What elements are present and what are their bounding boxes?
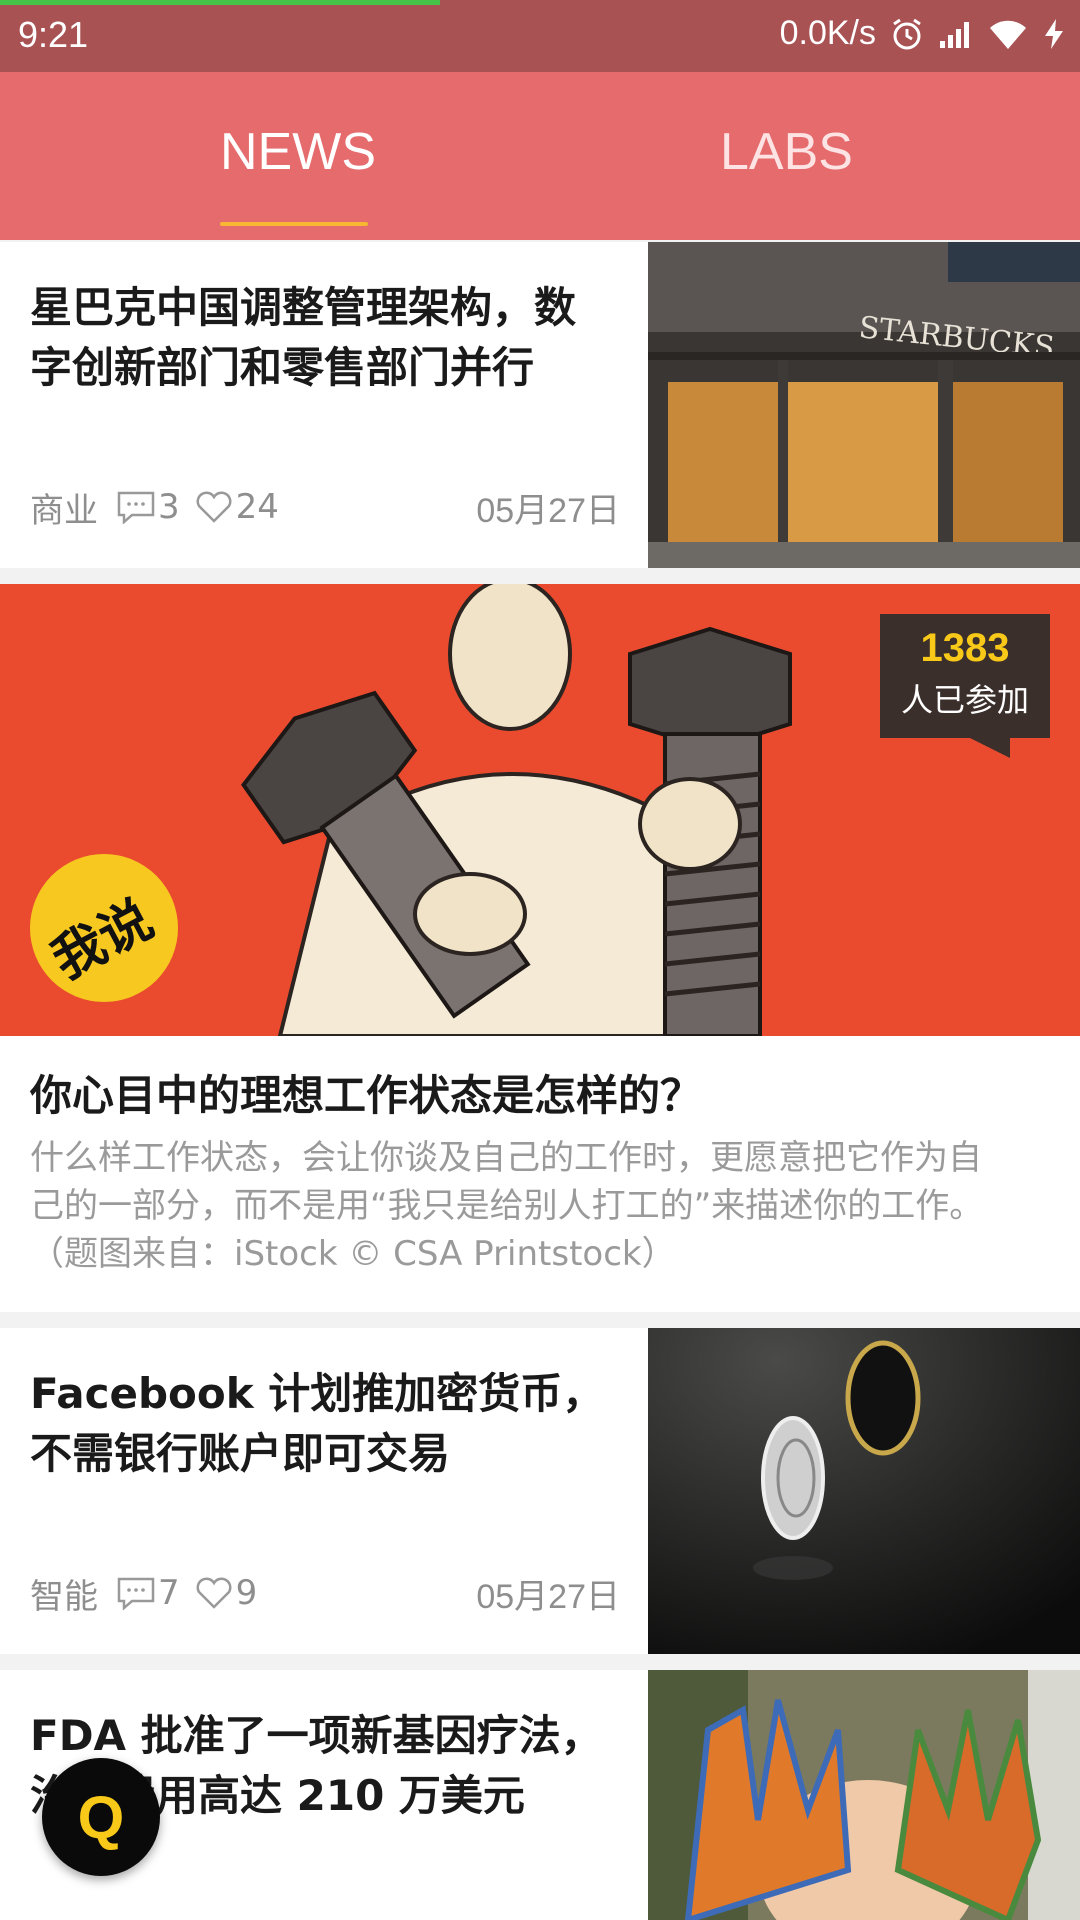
news-meta: 商业 3 24 05月27日 bbox=[30, 482, 620, 532]
heart-icon bbox=[196, 1577, 232, 1609]
participants-badge: 1383 人已参加 bbox=[880, 614, 1050, 758]
active-tab-indicator bbox=[220, 222, 368, 226]
featured-description: 什么样工作状态，会让你谈及自己的工作时，更愿意把它作为自 己的一部分，而不是用“… bbox=[30, 1138, 984, 1274]
network-speed: 0.0K/s bbox=[779, 14, 876, 52]
news-meta: 智能 7 9 05月27日 bbox=[30, 1568, 620, 1618]
child-hands-thumbnail[interactable] bbox=[648, 1670, 1080, 1920]
heart-icon bbox=[196, 491, 232, 523]
publish-date: 05月27日 bbox=[476, 1577, 620, 1616]
participants-label: 人已参加 bbox=[900, 681, 1029, 719]
badge-pointer bbox=[970, 738, 1010, 758]
comment-icon bbox=[117, 491, 155, 524]
alarm-icon bbox=[890, 17, 924, 51]
news-card[interactable]: Facebook 计划推加密货币， 不需银行账户即可交易 智能 7 9 05月2… bbox=[0, 1328, 1080, 1654]
status-time: 9:21 bbox=[18, 14, 89, 55]
news-card[interactable]: 星巴克中国调整管理架构，数 字创新部门和零售部门并行 商业 3 24 05月27… bbox=[0, 242, 1080, 568]
comment-icon bbox=[117, 1577, 155, 1610]
wifi-icon bbox=[988, 18, 1028, 50]
i-say-sticker: 我说 bbox=[30, 854, 178, 1002]
tab-news[interactable]: NEWS bbox=[220, 122, 376, 182]
news-title: Facebook 计划推加密货币， 不需银行账户即可交易 bbox=[30, 1369, 605, 1478]
like-count[interactable]: 24 bbox=[194, 487, 279, 527]
status-icons: 0.0K/s bbox=[780, 14, 1066, 53]
tab-labs[interactable]: LABS bbox=[720, 122, 853, 182]
like-count[interactable]: 9 bbox=[194, 1573, 257, 1613]
news-title: 星巴克中国调整管理架构，数 字创新部门和零售部门并行 bbox=[30, 283, 577, 392]
status-bar: 9:21 0.0K/s bbox=[0, 0, 1080, 72]
loading-progress-bar bbox=[0, 0, 440, 5]
category-label: 商业 bbox=[30, 490, 98, 531]
tab-bar: NEWS LABS bbox=[0, 72, 1080, 240]
featured-discussion-card[interactable]: 1383 人已参加 我说 你心目中的理想工作状态是怎样的？ 什么样工作状态，会让… bbox=[0, 584, 1080, 1312]
comment-count[interactable]: 7 bbox=[116, 1573, 180, 1613]
featured-title: 你心目中的理想工作状态是怎样的？ bbox=[30, 1071, 703, 1120]
q-logo-icon: Q bbox=[77, 1783, 125, 1851]
publish-date: 05月27日 bbox=[476, 491, 620, 530]
news-card[interactable]: FDA 批准了一项新基因疗法， 治疗费用高达 210 万美元 bbox=[0, 1670, 1080, 1920]
comment-count[interactable]: 3 bbox=[116, 487, 180, 527]
coins-thumbnail[interactable] bbox=[648, 1328, 1080, 1654]
charging-icon bbox=[1042, 17, 1066, 51]
featured-image[interactable]: 1383 人已参加 我说 bbox=[0, 584, 1080, 1036]
category-label: 智能 bbox=[30, 1576, 98, 1617]
quick-action-button[interactable]: Q bbox=[42, 1758, 160, 1876]
starbucks-thumbnail[interactable]: STARBUCKS bbox=[648, 242, 1080, 568]
signal-icon bbox=[938, 19, 974, 49]
participants-count: 1383 bbox=[920, 626, 1010, 670]
